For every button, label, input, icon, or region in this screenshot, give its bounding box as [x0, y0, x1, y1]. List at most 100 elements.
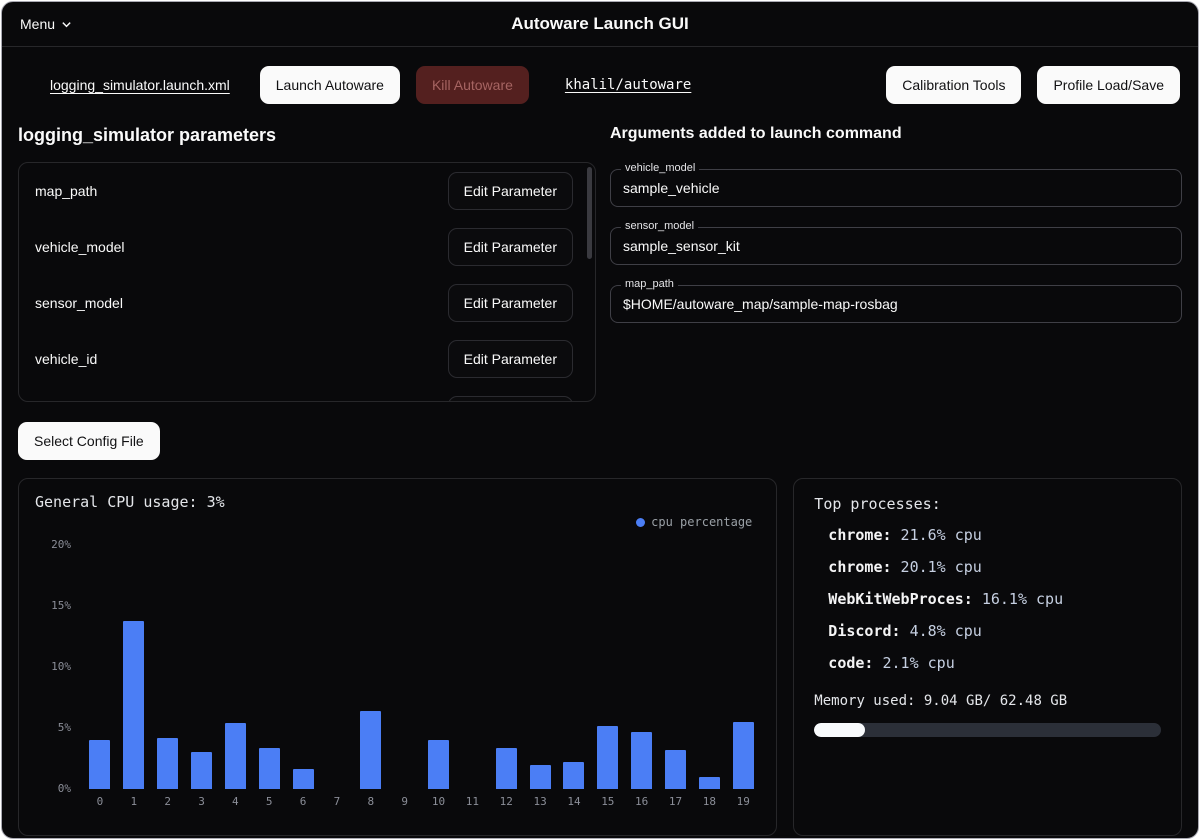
memory-progress-bar	[814, 723, 1161, 737]
x-tick-label: 7	[320, 795, 354, 808]
process-cpu: 16.1% cpu	[982, 590, 1063, 608]
process-name: chrome	[828, 558, 882, 576]
process-cpu: 21.6% cpu	[901, 526, 982, 544]
parameter-row: sensor_model Edit Parameter	[19, 275, 595, 331]
x-tick-label: 18	[692, 795, 726, 808]
x-tick-label: 3	[185, 795, 219, 808]
x-tick-label: 14	[557, 795, 591, 808]
parameters-section: logging_simulator parameters map_path Ed…	[18, 125, 596, 460]
sensor-model-input[interactable]: sensor_model sample_sensor_kit	[610, 227, 1182, 265]
x-tick-label: 1	[117, 795, 151, 808]
map-path-input-label: map_path	[621, 278, 678, 290]
edit-parameter-button[interactable]: Edit Parameter	[448, 284, 573, 322]
title-bar: Menu Autoware Launch GUI	[2, 2, 1198, 47]
x-tick-label: 11	[455, 795, 489, 808]
map-path-input[interactable]: map_path $HOME/autoware_map/sample-map-r…	[610, 285, 1182, 323]
process-separator: :	[892, 622, 910, 640]
x-tick-label: 9	[388, 795, 422, 808]
launch-autoware-button[interactable]: Launch Autoware	[260, 66, 400, 104]
arguments-section: Arguments added to launch command vehicl…	[610, 125, 1182, 460]
parameter-name: map_path	[35, 183, 97, 199]
parameter-name: vehicle_id	[35, 351, 97, 367]
process-name: WebKitWebProces	[828, 590, 963, 608]
edit-parameter-button[interactable]: Edit Parameter	[448, 396, 573, 402]
bar	[422, 545, 456, 789]
arguments-heading: Arguments added to launch command	[610, 125, 1182, 143]
parameters-panel: map_path Edit Parameter vehicle_model Ed…	[18, 162, 596, 402]
cpu-usage-title: General CPU usage: 3%	[35, 493, 760, 511]
bar	[320, 545, 354, 789]
process-separator: :	[882, 526, 900, 544]
process-name: chrome	[828, 526, 882, 544]
process-name: code	[828, 654, 864, 672]
bar	[692, 545, 726, 789]
y-axis-labels: 0%5%10%15%20%	[35, 545, 83, 789]
process-item: chrome: 20.1% cpu	[814, 557, 1161, 577]
chevron-down-icon	[61, 19, 72, 30]
sensor-model-input-label: sensor_model	[621, 220, 698, 232]
kill-autoware-button[interactable]: Kill Autoware	[416, 66, 529, 104]
parameter-row: vehicle_id Edit Parameter	[19, 331, 595, 387]
edit-parameter-button[interactable]: Edit Parameter	[448, 228, 573, 266]
y-tick-label: 20%	[51, 538, 71, 551]
process-cpu: 4.8% cpu	[910, 622, 982, 640]
x-tick-label: 8	[354, 795, 388, 808]
menu-button[interactable]: Menu	[20, 16, 72, 32]
cpu-usage-panel: General CPU usage: 3% cpu percentage 0% 5…	[18, 478, 777, 836]
chart-legend: cpu percentage	[35, 515, 760, 529]
y-tick-label: 5%	[58, 721, 71, 734]
vehicle-model-input-value: sample_vehicle	[623, 180, 720, 196]
parameters-heading: logging_simulator parameters	[18, 125, 596, 146]
main-content: logging_simulator parameters map_path Ed…	[2, 125, 1198, 460]
x-tick-label: 15	[591, 795, 625, 808]
process-item: chrome: 21.6% cpu	[814, 525, 1161, 545]
plot-area	[83, 545, 760, 789]
x-tick-label: 17	[659, 795, 693, 808]
repo-link[interactable]: khalil/autoware	[565, 77, 691, 93]
cpu-bar-chart: 0%5%10%15%20%	[35, 545, 760, 789]
launch-file-link[interactable]: logging_simulator.launch.xml	[50, 77, 230, 93]
bar	[523, 545, 557, 789]
top-processes-panel: Top processes: chrome: 21.6% cpu chrome:…	[793, 478, 1182, 836]
memory-progress-fill	[814, 723, 864, 737]
vehicle-model-input-label: vehicle_model	[621, 162, 699, 174]
app-window: Menu Autoware Launch GUI logging_simulat…	[1, 1, 1199, 839]
process-item: Discord: 4.8% cpu	[814, 621, 1161, 641]
process-item: WebKitWebProces: 16.1% cpu	[814, 589, 1161, 609]
bar	[659, 545, 693, 789]
profile-load-save-button[interactable]: Profile Load/Save	[1037, 66, 1180, 104]
legend-label: cpu percentage	[651, 515, 752, 529]
toolbar: logging_simulator.launch.xml Launch Auto…	[2, 63, 1198, 107]
y-tick-label: 10%	[51, 660, 71, 673]
process-cpu: 20.1% cpu	[901, 558, 982, 576]
memory-used-label: Memory used: 9.04 GB/ 62.48 GB	[814, 693, 1161, 709]
process-name: Discord	[828, 622, 891, 640]
x-tick-label: 19	[726, 795, 760, 808]
calibration-tools-button[interactable]: Calibration Tools	[886, 66, 1021, 104]
vehicle-model-input[interactable]: vehicle_model sample_vehicle	[610, 169, 1182, 207]
x-tick-label: 6	[286, 795, 320, 808]
legend-dot-icon	[636, 518, 645, 527]
map-path-input-value: $HOME/autoware_map/sample-map-rosbag	[623, 296, 898, 312]
x-axis-labels: 012345678910111213141516171819	[83, 795, 760, 808]
x-tick-label: 10	[422, 795, 456, 808]
sensor-model-input-value: sample_sensor_kit	[623, 238, 740, 254]
bar	[252, 545, 286, 789]
x-tick-label: 12	[489, 795, 523, 808]
bar	[286, 545, 320, 789]
x-tick-label: 4	[218, 795, 252, 808]
bar	[185, 545, 219, 789]
scrollbar-thumb[interactable]	[587, 167, 592, 259]
select-config-file-button[interactable]: Select Config File	[18, 422, 160, 460]
bar	[489, 545, 523, 789]
edit-parameter-button[interactable]: Edit Parameter	[448, 172, 573, 210]
y-tick-label: 0%	[58, 782, 71, 795]
edit-parameter-button[interactable]: Edit Parameter	[448, 340, 573, 378]
y-tick-label: 15%	[51, 599, 71, 612]
process-separator: :	[964, 590, 982, 608]
bar	[455, 545, 489, 789]
monitoring-section: General CPU usage: 3% cpu percentage 0% 5…	[2, 478, 1198, 836]
parameter-name: sensor_model	[35, 295, 123, 311]
bars	[83, 545, 760, 789]
bar	[218, 545, 252, 789]
